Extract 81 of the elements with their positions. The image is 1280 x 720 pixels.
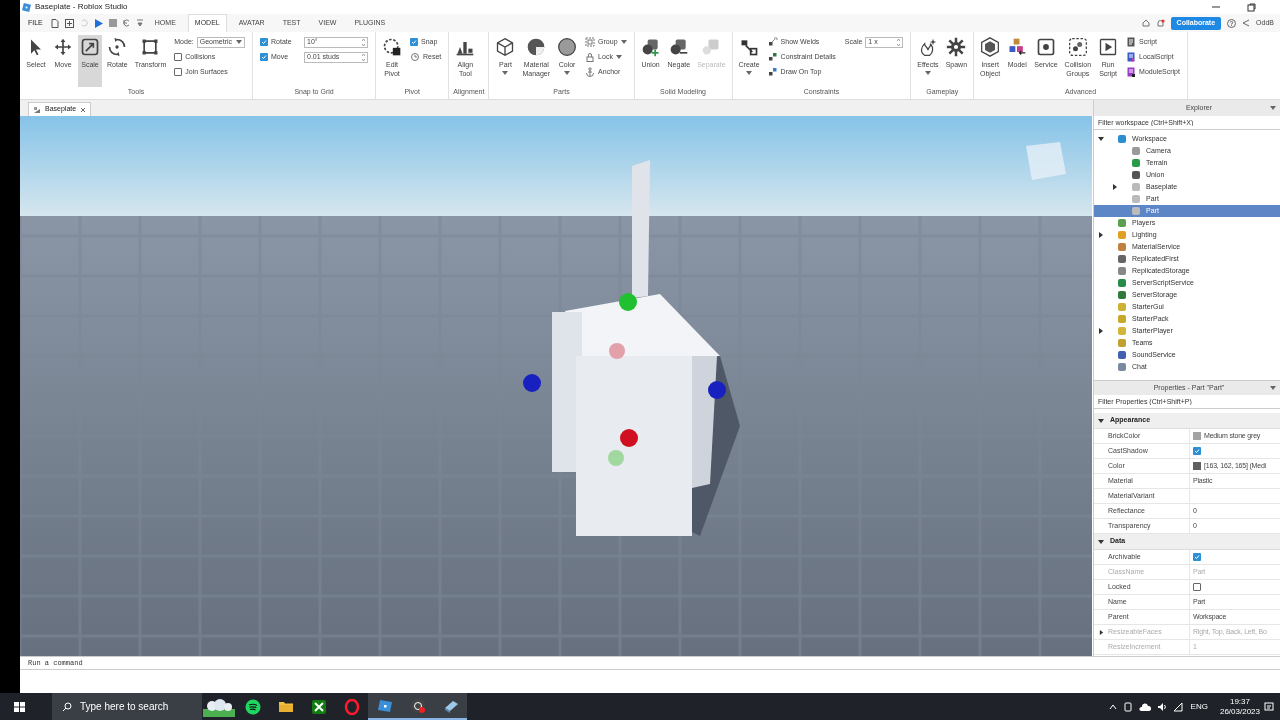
script-icon — [1126, 52, 1137, 62]
union-icon — [640, 37, 661, 57]
help-icon[interactable] — [1227, 18, 1237, 28]
script-icon — [1126, 37, 1137, 47]
anchor-icon — [585, 67, 596, 77]
circle-icon — [557, 37, 578, 57]
more-icon[interactable] — [136, 19, 143, 27]
stop-icon[interactable] — [108, 19, 117, 27]
checkbox[interactable] — [1193, 583, 1201, 591]
search-icon — [62, 702, 72, 712]
reset-icon — [410, 52, 421, 62]
checkbox[interactable] — [1193, 447, 1201, 455]
chevron-icon — [1270, 386, 1276, 390]
music-app-icon — [244, 698, 261, 715]
collapse-arrow-icon[interactable] — [1098, 136, 1104, 142]
checkbox[interactable] — [410, 38, 419, 46]
spinner-icon — [897, 38, 901, 46]
service-icon — [1035, 37, 1056, 57]
transform-icon — [140, 37, 161, 57]
weld-icon — [767, 52, 778, 62]
recorder-app-icon — [409, 697, 426, 714]
checkbox[interactable] — [260, 53, 269, 61]
expand-arrow-icon[interactable] — [1098, 328, 1104, 334]
cloud-icon[interactable] — [1138, 702, 1151, 711]
group-icon — [585, 37, 596, 47]
language-indicator[interactable]: ENG — [1190, 700, 1208, 713]
weather-drawing — [202, 696, 236, 717]
studio-app-icon — [376, 697, 393, 714]
close-icon[interactable] — [80, 106, 87, 113]
script-icon — [1126, 67, 1137, 77]
cube-icon — [495, 37, 516, 57]
move-arrows-icon — [53, 37, 73, 57]
sphere-icon — [526, 37, 547, 57]
window-title: Baseplate - Roblox Studio — [35, 1, 128, 13]
blocks-icon — [1007, 37, 1028, 57]
search-field[interactable]: Type here to search — [52, 693, 202, 720]
gear-icon — [946, 37, 967, 57]
scale-icon — [80, 37, 100, 57]
expand-arrow-icon[interactable] — [1098, 232, 1104, 238]
tray-icon[interactable] — [1122, 701, 1133, 712]
pivot-icon — [382, 37, 403, 57]
notification-icon[interactable] — [1264, 701, 1274, 712]
play-icon[interactable] — [93, 18, 103, 28]
minimize-icon[interactable] — [1211, 3, 1221, 11]
checkbox[interactable] — [174, 53, 183, 61]
weld-icon — [767, 67, 778, 77]
constraint-icon — [739, 37, 760, 57]
chevron-up-icon[interactable] — [1108, 703, 1117, 710]
separate-icon — [701, 37, 722, 57]
collapse-arrow-icon[interactable] — [1098, 417, 1104, 424]
insert-icon[interactable] — [64, 18, 74, 28]
home-icon[interactable] — [1141, 19, 1150, 27]
hexagon-icon — [980, 37, 1001, 57]
color-swatch[interactable] — [1193, 462, 1201, 470]
clock[interactable]: 19:37 26/03/2023 — [1215, 696, 1264, 717]
speaker-icon[interactable] — [1156, 701, 1167, 712]
bell-icon[interactable] — [1155, 18, 1165, 28]
color-swatch[interactable] — [1193, 432, 1201, 440]
browser-ring-icon — [343, 698, 360, 715]
restore-icon[interactable] — [1247, 2, 1256, 12]
taskbar-app[interactable] — [434, 693, 467, 720]
collapse-arrow-icon[interactable] — [1098, 538, 1104, 545]
share-icon[interactable] — [1242, 19, 1251, 27]
checkbox[interactable] — [1193, 553, 1201, 561]
game-app-icon — [310, 698, 327, 715]
lock-icon — [585, 52, 596, 62]
place-icon — [33, 105, 41, 114]
weld-icon — [767, 37, 778, 47]
spinner-icon — [362, 38, 366, 46]
checkbox[interactable] — [260, 38, 269, 46]
caret-icon — [236, 40, 243, 44]
spinner-icon — [362, 53, 366, 61]
play-icon — [1098, 37, 1119, 57]
expand-arrow-icon[interactable] — [1112, 184, 1118, 190]
chevron-icon — [1270, 106, 1276, 110]
sparkle-icon — [918, 37, 938, 57]
checkbox[interactable] — [174, 68, 183, 76]
negate-icon — [668, 37, 689, 57]
new-file-icon[interactable] — [50, 18, 59, 28]
collision-icon — [1067, 37, 1088, 57]
rotate-icon — [107, 37, 128, 57]
